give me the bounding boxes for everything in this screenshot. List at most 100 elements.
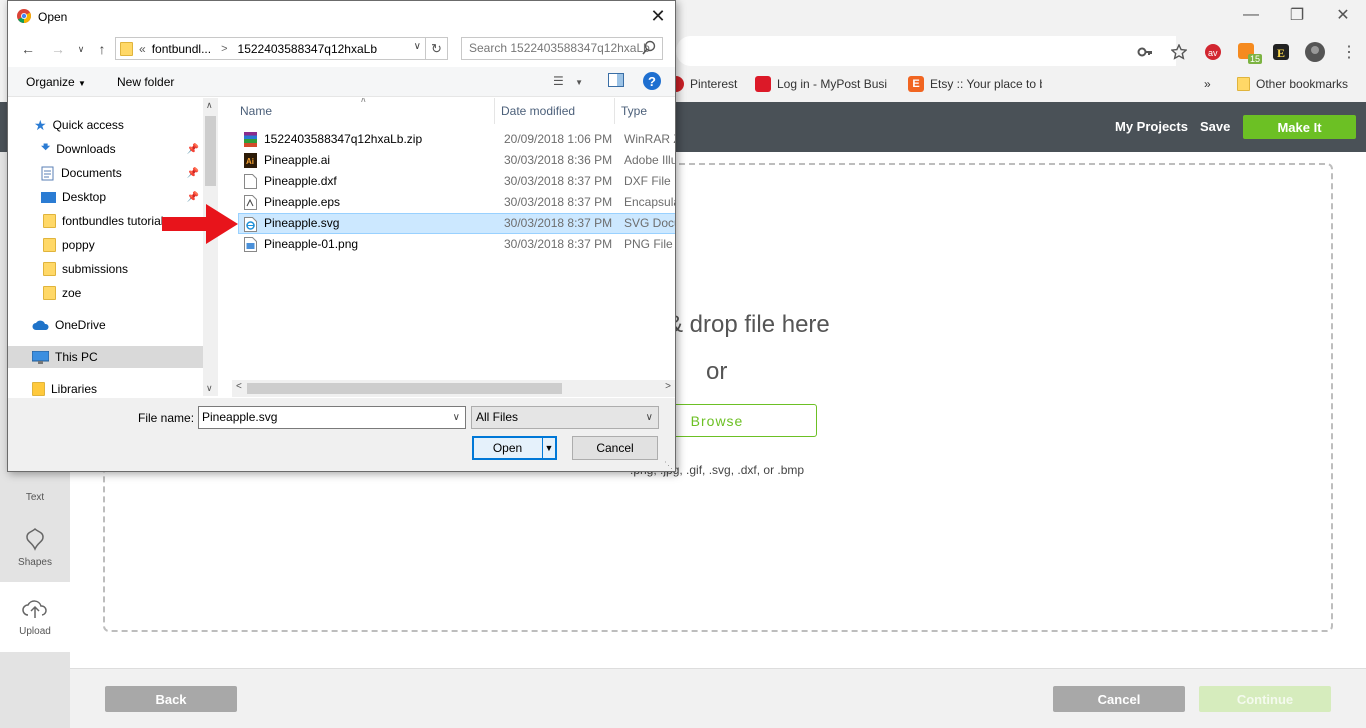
file-type-select[interactable]: All Files ∨: [471, 406, 659, 429]
nav-pane-scrollbar[interactable]: ∧ ∨: [203, 98, 218, 396]
save-link[interactable]: Save: [1200, 119, 1230, 134]
my-projects-link[interactable]: My Projects: [1115, 119, 1188, 134]
nav-this-pc[interactable]: This PC: [8, 346, 203, 368]
back-arrow-icon[interactable]: ←: [18, 39, 38, 59]
bookmark-pinterest[interactable]: Pinterest: [668, 74, 737, 94]
scroll-left-icon[interactable]: <: [236, 381, 242, 392]
or-text: or: [706, 358, 728, 385]
view-options-icon[interactable]: ☰ ▼: [553, 74, 583, 88]
extension-red-icon[interactable]: av: [1196, 36, 1230, 68]
nav-label: poppy: [62, 238, 95, 252]
file-date: 30/03/2018 8:36 PM: [504, 153, 613, 167]
nav-label: OneDrive: [55, 318, 106, 332]
preview-pane-icon[interactable]: [608, 73, 624, 90]
upload-rail-label: Upload: [19, 625, 51, 637]
file-name-dropdown-icon[interactable]: ∨: [453, 407, 460, 428]
file-name: Pineapple.dxf: [264, 174, 337, 188]
file-row[interactable]: Ai Pineapple.ai 30/03/2018 8:36 PM Adobe…: [220, 150, 675, 171]
more-bookmarks-button[interactable]: »: [1204, 74, 1211, 94]
make-it-button[interactable]: Make It: [1243, 115, 1356, 139]
scroll-up-icon[interactable]: ∧: [206, 100, 213, 111]
breadcrumb-fontbundles[interactable]: fontbundl...: [152, 42, 211, 56]
nav-downloads[interactable]: 🠻 Downloads 📌: [8, 138, 203, 160]
dialog-address-bar[interactable]: « fontbundl... > 1522403588347q12hxaLb ∨…: [115, 37, 448, 60]
restore-icon[interactable]: ❐: [1274, 0, 1320, 30]
file-list-hscrollbar[interactable]: < >: [232, 380, 675, 397]
file-date: 30/03/2018 8:37 PM: [504, 195, 613, 209]
pin-icon: 📌: [186, 191, 199, 203]
other-bookmarks-folder[interactable]: Other bookmarks: [1237, 74, 1348, 94]
text-rail-label: Text: [25, 491, 45, 503]
breadcrumb-separator[interactable]: >: [221, 43, 227, 55]
file-type-dropdown-icon[interactable]: ∨: [646, 407, 653, 428]
key-icon[interactable]: [1128, 36, 1162, 68]
dialog-cancel-button[interactable]: Cancel: [572, 436, 658, 460]
up-arrow-icon[interactable]: ↑: [92, 39, 112, 59]
recent-locations-chevron-icon[interactable]: ∨: [71, 39, 91, 59]
bookmark-etsy[interactable]: E Etsy :: Your place to b: [908, 74, 1042, 94]
nav-documents[interactable]: Documents 📌: [8, 162, 203, 184]
file-row[interactable]: Pineapple-01.png 30/03/2018 8:37 PM PNG …: [220, 234, 673, 255]
column-header-type[interactable]: Type: [621, 104, 647, 118]
organize-button[interactable]: Organize ▼: [26, 75, 86, 89]
dialog-close-icon[interactable]: ✕: [641, 1, 675, 32]
address-bar[interactable]: [676, 36, 1176, 66]
file-type-value: All Files: [476, 410, 519, 424]
refresh-icon[interactable]: ↻: [425, 38, 447, 59]
nav-label: Desktop: [62, 190, 107, 204]
nav-submissions[interactable]: submissions: [8, 258, 203, 280]
nav-label: Documents: [61, 166, 122, 180]
file-row[interactable]: Pineapple.dxf 30/03/2018 8:37 PM DXF Fil…: [220, 171, 671, 192]
profile-avatar[interactable]: [1298, 36, 1332, 68]
cancel-upload-button[interactable]: Cancel: [1053, 686, 1185, 712]
new-folder-button[interactable]: New folder: [117, 75, 174, 89]
continue-button[interactable]: Continue: [1199, 686, 1331, 712]
pin-icon: 📌: [186, 143, 199, 155]
nav-zoe[interactable]: zoe: [8, 282, 203, 304]
forward-arrow-icon[interactable]: →: [48, 39, 68, 59]
rail-item-upload[interactable]: Upload: [0, 582, 70, 652]
file-row-selected[interactable]: Pineapple.svg 30/03/2018 8:37 PM SVG Doc…: [238, 213, 675, 234]
file-row[interactable]: Pineapple.eps 30/03/2018 8:37 PM Encapsu…: [220, 192, 675, 213]
menu-dots-icon[interactable]: ⋮: [1332, 36, 1366, 68]
column-divider[interactable]: [614, 98, 615, 124]
column-divider[interactable]: [494, 98, 495, 124]
breadcrumb-current-folder[interactable]: 1522403588347q12hxaLb: [238, 42, 377, 56]
scroll-right-icon[interactable]: >: [665, 381, 671, 392]
scroll-thumb[interactable]: [205, 116, 216, 186]
open-button[interactable]: Open ▼: [472, 436, 557, 460]
open-split-dropdown-icon[interactable]: ▼: [542, 438, 555, 458]
file-date: 30/03/2018 8:37 PM: [504, 237, 613, 251]
bookmark-mypost[interactable]: Log in - MyPost Busi: [755, 74, 887, 94]
extension-orange-icon[interactable]: 15: [1230, 36, 1264, 68]
breadcrumb-overflow[interactable]: «: [139, 42, 146, 56]
auspost-icon: [755, 76, 771, 92]
desktop-icon: [41, 191, 56, 203]
other-bookmarks-label: Other bookmarks: [1256, 77, 1349, 91]
file-row[interactable]: 1522403588347q12hxaLb.zip 20/09/2018 1:0…: [220, 129, 675, 150]
file-type: Encapsulat: [624, 195, 675, 209]
dialog-search-input[interactable]: Search 1522403588347q12hxaLb: [461, 37, 663, 60]
pin-icon: 📌: [186, 167, 199, 179]
rail-item-shapes[interactable]: Shapes: [0, 512, 70, 582]
minimize-icon[interactable]: —: [1228, 0, 1274, 30]
resize-grip-icon[interactable]: ⋱: [664, 460, 673, 471]
help-icon[interactable]: ?: [643, 72, 661, 93]
pc-icon: [32, 350, 49, 364]
nav-label: fontbundles tutorials: [62, 214, 170, 228]
star-icon: ★: [34, 116, 47, 133]
close-window-icon[interactable]: ✕: [1320, 0, 1366, 30]
hscroll-thumb[interactable]: [247, 383, 562, 394]
scroll-down-icon[interactable]: ∨: [206, 383, 213, 394]
extension-badge: 15: [1248, 54, 1263, 64]
back-button[interactable]: Back: [105, 686, 237, 712]
nav-libraries[interactable]: Libraries: [8, 378, 203, 398]
column-header-name[interactable]: Name: [240, 104, 272, 118]
address-dropdown-icon[interactable]: ∨: [414, 41, 421, 52]
nav-onedrive[interactable]: OneDrive: [8, 314, 203, 336]
extension-e-icon[interactable]: E: [1264, 36, 1298, 68]
bookmark-star-icon[interactable]: [1162, 36, 1196, 68]
nav-quick-access[interactable]: ★ Quick access: [8, 114, 203, 136]
file-name-input[interactable]: Pineapple.svg ∨: [198, 406, 466, 429]
column-header-date[interactable]: Date modified: [501, 104, 575, 118]
